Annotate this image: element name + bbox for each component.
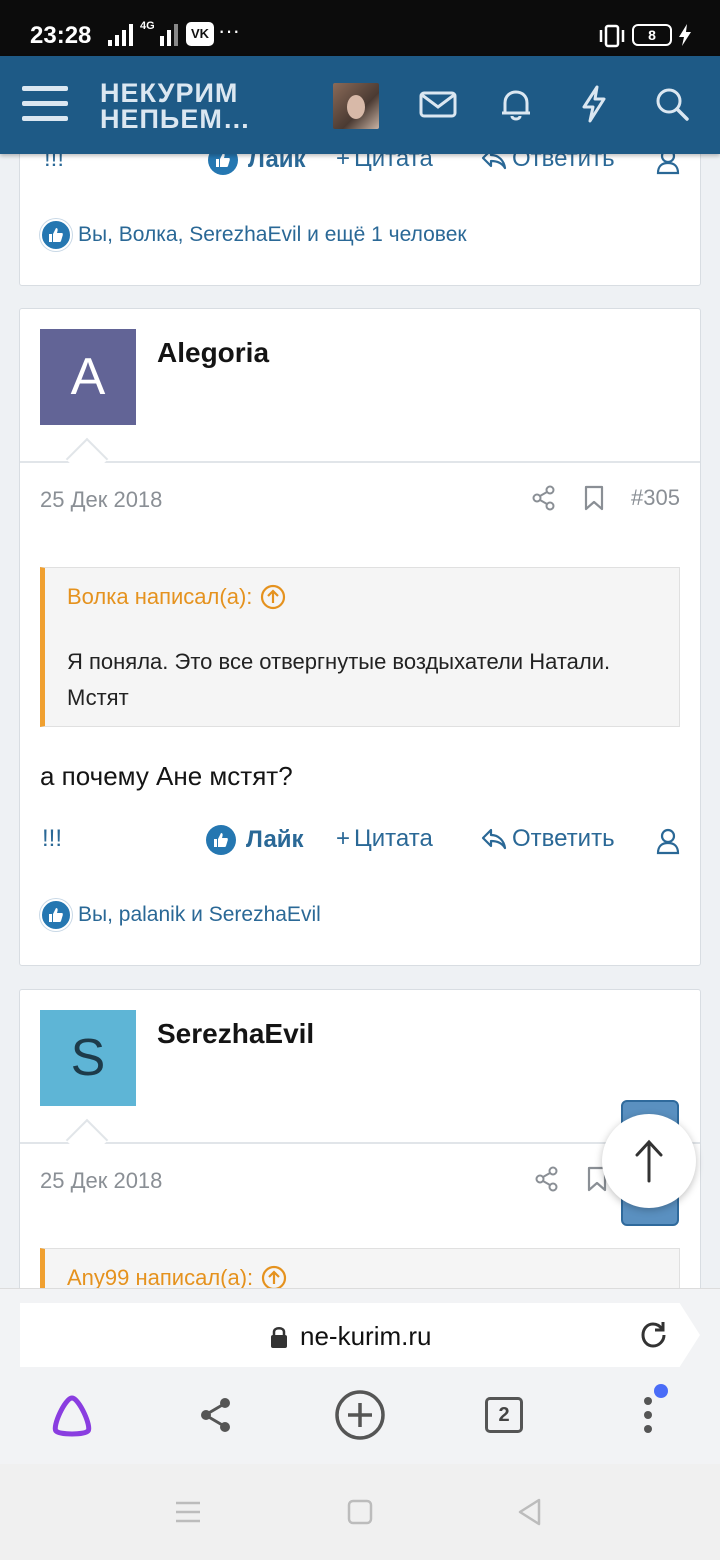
arrow-up-circle-icon[interactable]: [260, 584, 286, 610]
bookmark-icon[interactable]: [583, 485, 605, 511]
post-meta: #305: [531, 485, 680, 511]
post-actions: !!! Лайк + Цитата Ответить: [40, 825, 680, 861]
browser-toolbar: ne-kurim.ru 2: [0, 1288, 720, 1464]
thumbs-up-icon: [40, 219, 72, 251]
author-name[interactable]: SerezhaEvil: [157, 1018, 314, 1050]
user-avatar[interactable]: [333, 83, 379, 129]
url-display[interactable]: ne-kurim.ru: [270, 1321, 431, 1352]
search-icon[interactable]: [652, 84, 692, 124]
like-button[interactable]: Лайк: [206, 825, 304, 855]
share-icon[interactable]: [531, 485, 557, 511]
signal-icon: [108, 24, 133, 46]
quote-button[interactable]: + Цитата: [336, 825, 433, 853]
alice-assistant-icon[interactable]: [44, 1387, 100, 1443]
back-nav-icon[interactable]: [514, 1496, 546, 1528]
menu-notification-dot: [654, 1384, 668, 1398]
charging-icon: [679, 24, 691, 46]
bell-icon[interactable]: [496, 84, 536, 124]
status-bar: 23:28 4G VK ··· 8: [0, 0, 720, 56]
network-type: 4G: [140, 20, 155, 32]
post-next: S SerezhaEvil 25 Дек 2018 Any99 написал(…: [19, 989, 701, 1299]
tabs-button[interactable]: 2: [476, 1387, 532, 1443]
divider: [20, 461, 700, 463]
quote-author[interactable]: Волка написал(а):: [67, 584, 286, 610]
tab-count: 2: [485, 1397, 523, 1433]
author-avatar[interactable]: A: [40, 329, 136, 425]
plus-icon: +: [336, 825, 351, 852]
post-meta: [534, 1166, 608, 1192]
vk-icon: VK: [186, 22, 214, 46]
post-body: а почему Ане мстят?: [40, 761, 293, 791]
post-date[interactable]: 25 Дек 2018: [40, 487, 162, 513]
thumbs-up-icon: [206, 825, 236, 855]
divider: [20, 1142, 700, 1144]
report-button[interactable]: !!!: [42, 825, 62, 853]
share-icon[interactable]: [188, 1387, 244, 1443]
mail-icon[interactable]: [418, 84, 458, 124]
reply-button[interactable]: Ответить: [480, 825, 615, 853]
author-name[interactable]: Alegoria: [157, 337, 269, 369]
quote-text: Я поняла. Это все отвергнутые воздыхател…: [67, 649, 611, 710]
reply-icon: [481, 828, 507, 850]
likes-summary[interactable]: Вы, Волка, SerezhaEvil и ещё 1 человек: [40, 219, 467, 251]
post-number[interactable]: #305: [631, 485, 680, 511]
vibrate-icon: [599, 24, 625, 48]
system-navigation-bar: [0, 1464, 720, 1560]
scroll-to-top-button[interactable]: [602, 1114, 696, 1208]
quote-block: Волка написал(а): Я поняла. Это все отве…: [40, 567, 680, 727]
arrow-notch: [65, 437, 109, 481]
clock: 23:28: [30, 22, 92, 49]
post-date[interactable]: 25 Дек 2018: [40, 1168, 162, 1194]
user-icon[interactable]: [656, 827, 680, 855]
menu-nav-icon[interactable]: [172, 1496, 204, 1528]
share-icon[interactable]: [534, 1166, 560, 1192]
reload-icon[interactable]: [638, 1319, 670, 1351]
thumbs-up-icon: [40, 899, 72, 931]
new-tab-icon[interactable]: [332, 1387, 388, 1443]
battery-icon: 8: [632, 24, 672, 46]
signal-icon-2: [160, 24, 178, 46]
site-header: НЕКУРИМ НЕПЬЕМ…: [0, 56, 720, 154]
home-nav-icon[interactable]: [344, 1496, 376, 1528]
address-bar[interactable]: ne-kurim.ru: [20, 1303, 700, 1367]
lightning-icon[interactable]: [574, 84, 614, 124]
hamburger-menu-icon[interactable]: [22, 84, 68, 124]
site-logo[interactable]: НЕКУРИМ НЕПЬЕМ…: [100, 80, 251, 133]
more-icon: ···: [218, 18, 240, 43]
arrow-notch: [65, 1118, 109, 1162]
lock-icon: [271, 1326, 287, 1348]
more-menu-icon[interactable]: [620, 1387, 676, 1443]
arrow-up-icon: [635, 1139, 663, 1183]
post-305: A Alegoria 25 Дек 2018 #305 Волка написа…: [19, 308, 701, 966]
author-avatar[interactable]: S: [40, 1010, 136, 1106]
likes-summary[interactable]: Вы, palanik и SerezhaEvil: [40, 899, 321, 931]
browser-tabbar: 2: [0, 1379, 720, 1459]
